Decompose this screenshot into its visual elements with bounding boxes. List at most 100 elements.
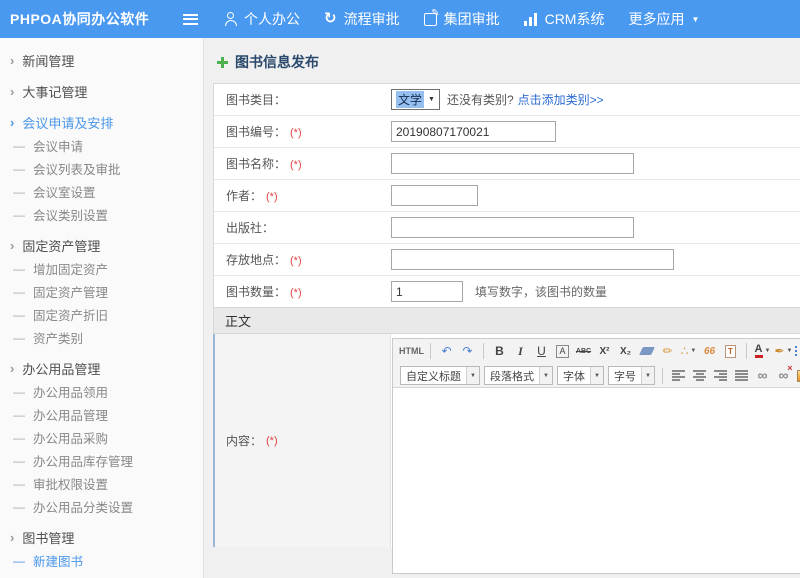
sidebar-item-label: 办公用品管理 (22, 359, 100, 378)
strikethrough-icon[interactable]: ABC (574, 341, 593, 361)
sidebar-item-会议室设置[interactable]: —会议室设置 (0, 180, 203, 203)
hamburger-icon[interactable] (183, 14, 198, 25)
author-input[interactable] (391, 185, 478, 206)
quantity-hint: 填写数字，该图书的数量 (475, 283, 607, 300)
ordered-list-icon[interactable]: ▼ (795, 341, 800, 361)
field-label: 图书类目： (214, 91, 391, 108)
subscript-icon: X₂ (620, 346, 631, 357)
sidebar-item-会议类别设置[interactable]: —会议类别设置 (0, 203, 203, 226)
align-left-icon (672, 370, 685, 381)
dash-icon: — (13, 408, 25, 422)
menu-label: CRM系统 (545, 9, 605, 29)
sidebar-section-新闻管理[interactable]: ›新闻管理 (0, 49, 203, 72)
font-family-select[interactable]: 字体▼ (557, 366, 604, 385)
sidebar-item-label: 办公用品库存管理 (33, 451, 133, 470)
undo-icon[interactable]: ↶ (437, 341, 456, 361)
unlink-icon[interactable] (774, 366, 793, 386)
sidebar-section-大事记管理[interactable]: ›大事记管理 (0, 80, 203, 103)
subscript-icon[interactable]: X₂ (616, 341, 635, 361)
sidebar-section-图书管理[interactable]: ›图书管理 (0, 526, 203, 549)
sidebar-item-办公用品领用[interactable]: —办公用品领用 (0, 380, 203, 403)
char-border-icon[interactable]: A (553, 341, 572, 361)
chevron-right-icon: › (10, 238, 14, 253)
font-size-select[interactable]: 字号▼ (608, 366, 655, 385)
blockquote-icon[interactable]: 66 (700, 341, 719, 361)
sidebar-item-label: 大事记管理 (22, 82, 87, 101)
dash-icon: — (13, 262, 25, 276)
link-icon[interactable] (753, 366, 772, 386)
chevron-right-icon: › (10, 53, 14, 68)
required-mark: (*) (290, 159, 302, 171)
sidebar-section-固定资产管理[interactable]: ›固定资产管理 (0, 234, 203, 257)
form-row-book-no: 图书编号：(*) (214, 116, 800, 148)
add-category-link[interactable]: 点击添加类别>> (518, 91, 604, 108)
body-section-header: 正文 (214, 307, 800, 334)
form-row-category: 图书类目： 文学 ▼ 还没有类别? 点击添加类别>> (214, 84, 800, 116)
sidebar-item-固定资产管理[interactable]: —固定资产管理 (0, 280, 203, 303)
align-justify-icon (735, 370, 748, 381)
page-title: 图书信息发布 (235, 52, 319, 72)
category-select[interactable]: 文学 ▼ (391, 89, 440, 110)
book-name-input[interactable] (391, 153, 634, 174)
sidebar-item-会议列表及审批[interactable]: —会议列表及审批 (0, 157, 203, 180)
editor-toolbar-row1: HTML↶↷BIUAABCX²X₂✏∴▼66A▼✒▼▼▼ (393, 339, 800, 363)
sidebar-section-会议申请及安排[interactable]: ›会议申请及安排 (0, 111, 203, 134)
sidebar-item-办公用品分类设置[interactable]: —办公用品分类设置 (0, 495, 203, 518)
superscript-icon[interactable]: X² (595, 341, 614, 361)
sidebar-item-label: 办公用品领用 (33, 382, 108, 401)
bold-icon[interactable]: B (490, 341, 509, 361)
menu-process-approval[interactable]: 流程审批 (324, 9, 400, 29)
main-layout: ›新闻管理›大事记管理›会议申请及安排—会议申请—会议列表及审批—会议室设置—会… (0, 38, 800, 578)
menu-group-approval[interactable]: 集团审批 (424, 9, 500, 29)
align-center-icon[interactable] (690, 366, 709, 386)
sidebar-item-新建图书[interactable]: —新建图书 (0, 549, 203, 572)
sidebar-item-办公用品采购[interactable]: —办公用品采购 (0, 426, 203, 449)
eraser-icon[interactable] (637, 341, 656, 361)
image-icon[interactable] (795, 366, 800, 386)
redo-icon[interactable]: ↷ (458, 341, 477, 361)
quantity-input[interactable] (391, 281, 463, 302)
toolbar-separator (662, 368, 663, 384)
menu-personal-office[interactable]: 个人办公 (224, 9, 300, 29)
sidebar-section-办公用品管理[interactable]: ›办公用品管理 (0, 357, 203, 380)
sidebar-item-增加固定资产[interactable]: —增加固定资产 (0, 257, 203, 280)
paragraph-format-select[interactable]: 段落格式▼ (484, 366, 553, 385)
topbar: PHPOA协同办公软件 个人办公流程审批集团审批CRM系统更多应用▼ (0, 0, 800, 38)
dash-icon: — (13, 331, 25, 345)
sidebar-item-会议申请[interactable]: —会议申请 (0, 134, 203, 157)
location-input[interactable] (391, 249, 674, 270)
dash-icon: — (13, 554, 25, 568)
align-right-icon[interactable] (711, 366, 730, 386)
highlight-color-icon[interactable]: ✒▼ (774, 341, 793, 361)
italic-icon: I (518, 344, 523, 359)
menu-more-apps[interactable]: 更多应用▼ (628, 9, 699, 29)
sidebar-item-办公用品库存管理[interactable]: —办公用品库存管理 (0, 449, 203, 472)
sidebar-item-审批权限设置[interactable]: —审批权限设置 (0, 472, 203, 495)
link-icon (758, 369, 768, 383)
bold-icon: B (495, 344, 504, 358)
rich-text-editor: HTML↶↷BIUAABCX²X₂✏∴▼66A▼✒▼▼▼ 自定义标题▼段落格式▼… (392, 338, 800, 574)
italic-icon[interactable]: I (511, 341, 530, 361)
paint-format-icon[interactable]: ∴▼ (679, 341, 698, 361)
form-row-book-name: 图书名称：(*) (214, 148, 800, 180)
font-color-icon[interactable]: A▼ (753, 341, 772, 361)
chevron-right-icon: › (10, 530, 14, 545)
publisher-input[interactable] (391, 217, 634, 238)
paste-text-icon[interactable] (721, 341, 740, 361)
chevron-right-icon: › (10, 115, 14, 130)
underline-icon[interactable]: U (532, 341, 551, 361)
custom-title-select[interactable]: 自定义标题▼ (400, 366, 480, 385)
dash-icon: — (13, 500, 25, 514)
menu-crm-system[interactable]: CRM系统 (524, 9, 605, 29)
sidebar-item-图书管理[interactable]: —图书管理 (0, 572, 203, 578)
sidebar-item-资产类别[interactable]: —资产类别 (0, 326, 203, 349)
align-justify-icon[interactable] (732, 366, 751, 386)
align-left-icon[interactable] (669, 366, 688, 386)
html-source-button[interactable]: HTML (399, 341, 424, 361)
book-no-input[interactable] (391, 121, 556, 142)
format-brush-icon: ✏ (662, 344, 672, 358)
sidebar-item-办公用品管理[interactable]: —办公用品管理 (0, 403, 203, 426)
format-brush-icon[interactable]: ✏ (658, 341, 677, 361)
sidebar-item-固定资产折旧[interactable]: —固定资产折旧 (0, 303, 203, 326)
editor-content-area[interactable] (393, 387, 800, 573)
